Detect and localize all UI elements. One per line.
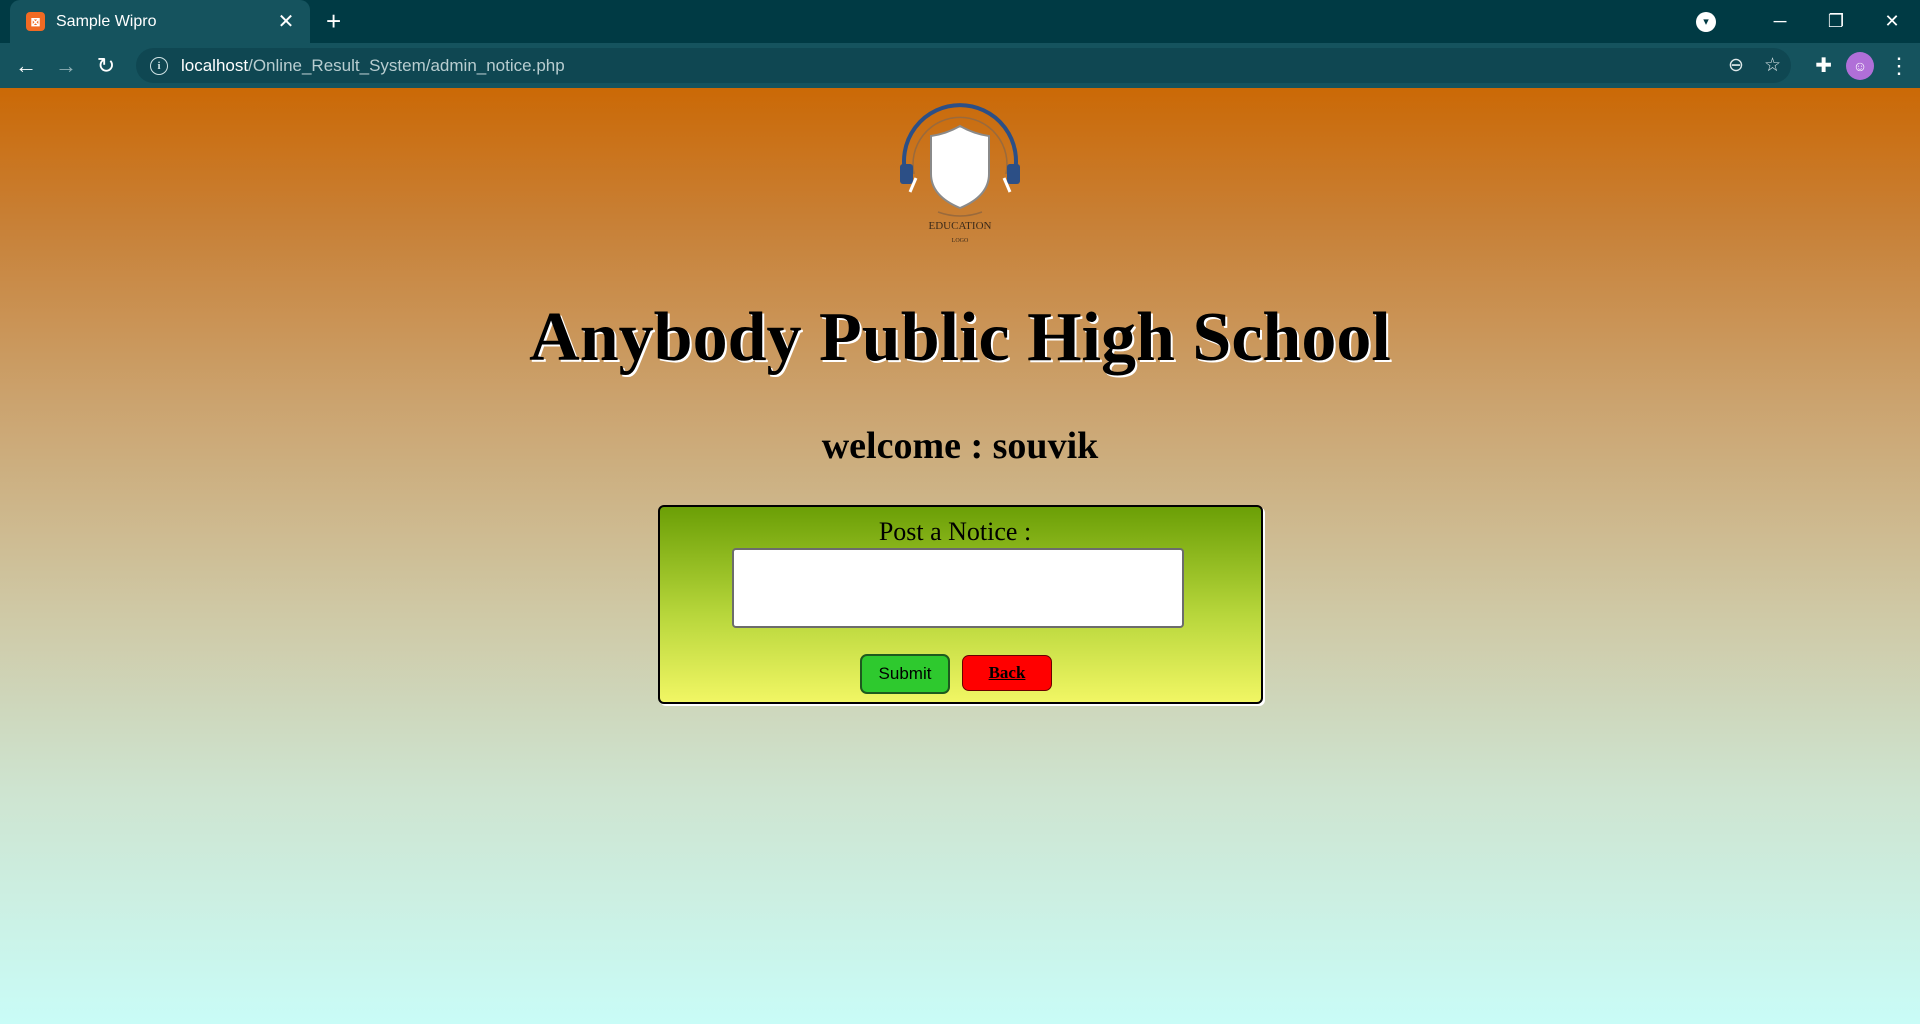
back-button[interactable]: Back	[962, 655, 1052, 691]
post-notice-form: Post a Notice : Submit Back	[658, 505, 1263, 704]
notice-textarea[interactable]	[732, 548, 1184, 628]
submit-button[interactable]: Submit	[860, 654, 950, 694]
minimize-icon[interactable]: ─	[1752, 0, 1808, 43]
url-text: localhost/Online_Result_System/admin_not…	[181, 56, 565, 76]
kebab-menu-icon[interactable]: ⋮	[1888, 53, 1910, 79]
window-close-icon[interactable]: ✕	[1864, 0, 1920, 43]
browser-tab-bar: ⊠ Sample Wipro ✕ + ▾ ─ ❐ ✕	[0, 0, 1920, 43]
forward-arrow-icon[interactable]: →	[46, 53, 86, 79]
xampp-icon: ⊠	[26, 12, 45, 31]
extensions-puzzle-icon[interactable]: ✚	[1815, 53, 1832, 78]
window-controls: ▾ ─ ❐ ✕	[1696, 0, 1920, 43]
tab-title: Sample Wipro	[56, 12, 157, 30]
profile-avatar-icon[interactable]: ☺	[1846, 51, 1874, 80]
address-bar: ← → ↻ i localhost/Online_Result_System/a…	[0, 43, 1920, 88]
education-logo: EDUCATION LOGO	[900, 103, 1020, 244]
browser-tab[interactable]: ⊠ Sample Wipro ✕	[10, 0, 310, 43]
url-field[interactable]: i localhost/Online_Result_System/admin_n…	[136, 48, 1791, 83]
tab-search-icon[interactable]: ▾	[1696, 11, 1716, 32]
zoom-out-icon[interactable]: ⊖	[1728, 54, 1744, 77]
restore-icon[interactable]: ❐	[1808, 0, 1864, 43]
post-notice-label: Post a Notice :	[878, 517, 1032, 546]
logo-text-logo: LOGO	[952, 238, 969, 244]
omnibox-actions: ⊖ ☆	[1728, 48, 1781, 83]
page-body: EDUCATION LOGO Anybody Public High Schoo…	[0, 88, 1920, 1024]
school-name-heading: Anybody Public High School	[529, 299, 1391, 376]
toolbar-actions: ✚ ☺ ⋮	[1815, 43, 1910, 88]
bookmark-star-icon[interactable]: ☆	[1764, 54, 1781, 77]
reload-icon[interactable]: ↻	[86, 53, 126, 79]
back-arrow-icon[interactable]: ←	[6, 53, 46, 79]
site-info-icon[interactable]: i	[150, 56, 168, 75]
url-host: localhost	[181, 55, 249, 75]
url-path: /Online_Result_System/admin_notice.php	[248, 55, 565, 75]
welcome-heading: welcome : souvik	[821, 425, 1099, 467]
logo-text-education: EDUCATION	[929, 220, 992, 232]
new-tab-icon[interactable]: +	[326, 7, 341, 35]
tab-close-icon[interactable]: ✕	[276, 11, 296, 33]
